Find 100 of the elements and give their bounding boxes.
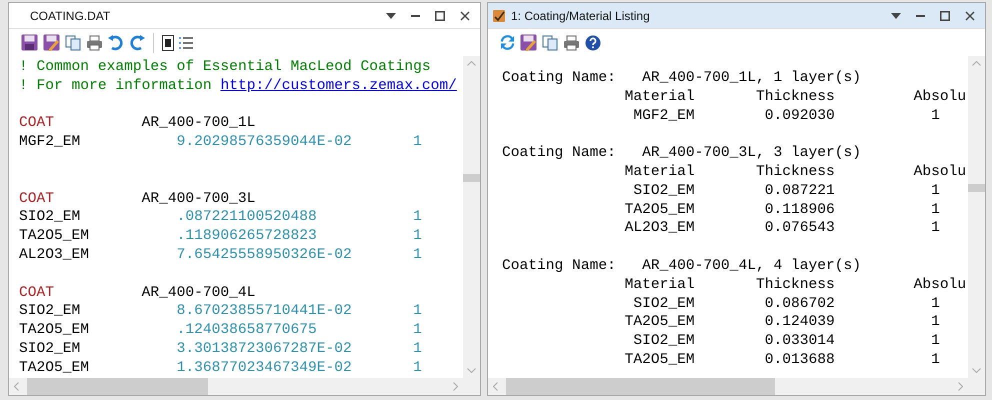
column-header: Absolu: [914, 276, 966, 293]
minimize-icon[interactable]: [411, 14, 420, 16]
absolute-value: 1: [931, 219, 940, 238]
link[interactable]: http://customers.zemax.com/: [220, 78, 457, 94]
thickness-value: 0.087221: [764, 182, 835, 201]
column-header: Thickness: [756, 276, 836, 295]
comment-line: ! Common examples of Essential MacLeod Coatings: [19, 58, 432, 77]
save-icon[interactable]: [21, 34, 38, 51]
thickness-value: 3.30138723067287E-02: [176, 340, 353, 359]
maximize-icon[interactable]: [940, 10, 950, 20]
material-name: SIO2_EM: [19, 302, 82, 322]
coating-label: Coating Name:: [502, 256, 617, 276]
material-name: TA2O5_EM: [19, 227, 90, 246]
dropdown-icon[interactable]: [891, 12, 901, 18]
absolute-value: 1: [931, 350, 940, 370]
material-name: MGF2_EM: [632, 106, 695, 126]
thickness-value: 0.118906: [764, 200, 835, 220]
coat-keyword: COAT: [19, 284, 56, 302]
copy-icon[interactable]: [65, 34, 81, 50]
coating-name: AR_400-700_4L, 4 layer(s): [642, 258, 862, 274]
layer-value: 1: [413, 209, 422, 226]
layer-value: 1: [413, 228, 422, 244]
material-name: SIO2_EM: [632, 182, 695, 201]
layer-value: 1: [413, 246, 422, 263]
scrollbar-thumb[interactable]: [463, 174, 480, 182]
material-name: SIO2_EM: [632, 332, 695, 351]
thickness-value: 0.033014: [764, 332, 835, 351]
material-name: SIO2_EM: [19, 340, 82, 359]
column-header: Material: [624, 162, 696, 182]
dropdown-icon[interactable]: [386, 12, 396, 18]
thickness-value: .124038658770675: [176, 321, 318, 340]
material-name: TA2O5_EM: [624, 313, 695, 332]
undo-icon[interactable]: [108, 34, 124, 50]
redo-icon[interactable]: [129, 34, 145, 50]
column-header: Thickness: [756, 88, 836, 107]
maximize-icon[interactable]: [435, 10, 445, 20]
scrollbar-thumb[interactable]: [27, 378, 208, 395]
coating-name: AR_400-700_1L, 1 layer(s): [642, 70, 862, 86]
absolute-value: 1: [931, 294, 940, 314]
comment-line: ! For more information http://customers.zemax.com/: [19, 76, 458, 96]
window-title: COATING.DAT: [30, 8, 110, 22]
coating-label: Coating Name:: [502, 144, 617, 163]
numbered-list-icon[interactable]: [179, 34, 193, 50]
print-icon[interactable]: [563, 34, 580, 50]
absolute-value: 1: [931, 332, 940, 351]
print-icon[interactable]: [86, 34, 103, 50]
minimize-icon[interactable]: [916, 14, 925, 16]
thickness-value: 0.092030: [764, 106, 835, 126]
absolute-value: 1: [931, 182, 940, 201]
layer-value: 1: [413, 340, 422, 357]
material-name: SIO2_EM: [19, 208, 82, 228]
help-icon[interactable]: [585, 34, 601, 50]
frame-icon[interactable]: [162, 34, 174, 50]
window-title: 1: Coating/Material Listing: [511, 8, 650, 22]
close-icon[interactable]: [460, 10, 470, 20]
coating-name: AR_400-700_1L: [142, 115, 256, 132]
scrollbar-thumb[interactable]: [968, 184, 985, 192]
copy-icon[interactable]: [542, 34, 558, 50]
column-header: Absolu: [914, 88, 966, 105]
absolute-value: 1: [931, 200, 940, 220]
save-edit-icon[interactable]: [520, 34, 537, 51]
layer-value: 1: [413, 303, 422, 320]
material-name: MGF2_EM: [19, 133, 82, 152]
material-name: TA2O5_EM: [19, 321, 90, 340]
material-name: AL2O3_EM: [19, 246, 90, 265]
column-header: Material: [624, 88, 696, 107]
column-header: Absolu: [914, 164, 966, 180]
thickness-value: 8.67023855710441E-02: [176, 302, 353, 322]
material-name: AL2O3_EM: [624, 219, 695, 238]
coating-name: AR_400-700_3L: [142, 190, 256, 207]
material-name: TA2O5_EM: [19, 358, 90, 378]
refresh-icon[interactable]: [500, 35, 515, 50]
thickness-value: .118906265728823: [176, 227, 318, 246]
thickness-value: .087221100520488: [176, 208, 318, 228]
coating-label: Coating Name:: [502, 69, 617, 88]
coat-keyword: COAT: [19, 114, 56, 134]
layer-value: 1: [413, 134, 422, 150]
layer-value: 1: [413, 360, 422, 376]
absolute-value: 1: [931, 313, 940, 332]
thickness-value: 9.20298576359044E-02: [176, 133, 353, 152]
close-icon[interactable]: [965, 10, 975, 20]
thickness-value: 0.124039: [764, 313, 835, 332]
coat-keyword: COAT: [19, 190, 56, 208]
thickness-value: 0.086702: [764, 294, 835, 314]
column-header: Material: [624, 276, 696, 295]
material-name: TA2O5_EM: [624, 200, 695, 220]
thickness-value: 7.65425558950326E-02: [176, 246, 353, 265]
thickness-value: 0.076543: [764, 219, 835, 238]
material-name: TA2O5_EM: [624, 350, 695, 370]
app-icon: [493, 10, 505, 22]
thickness-value: 1.36877023467349E-02: [176, 358, 353, 378]
scrollbar-thumb[interactable]: [506, 378, 775, 395]
thickness-value: 0.013688: [764, 350, 835, 370]
save-edit-icon[interactable]: [43, 34, 60, 51]
material-name: SIO2_EM: [632, 294, 695, 314]
layer-value: 1: [413, 322, 422, 338]
coating-name: AR_400-700_3L, 3 layer(s): [642, 145, 862, 162]
column-header: Thickness: [756, 162, 836, 182]
coating-name: AR_400-700_4L: [142, 284, 256, 301]
absolute-value: 1: [931, 106, 940, 126]
